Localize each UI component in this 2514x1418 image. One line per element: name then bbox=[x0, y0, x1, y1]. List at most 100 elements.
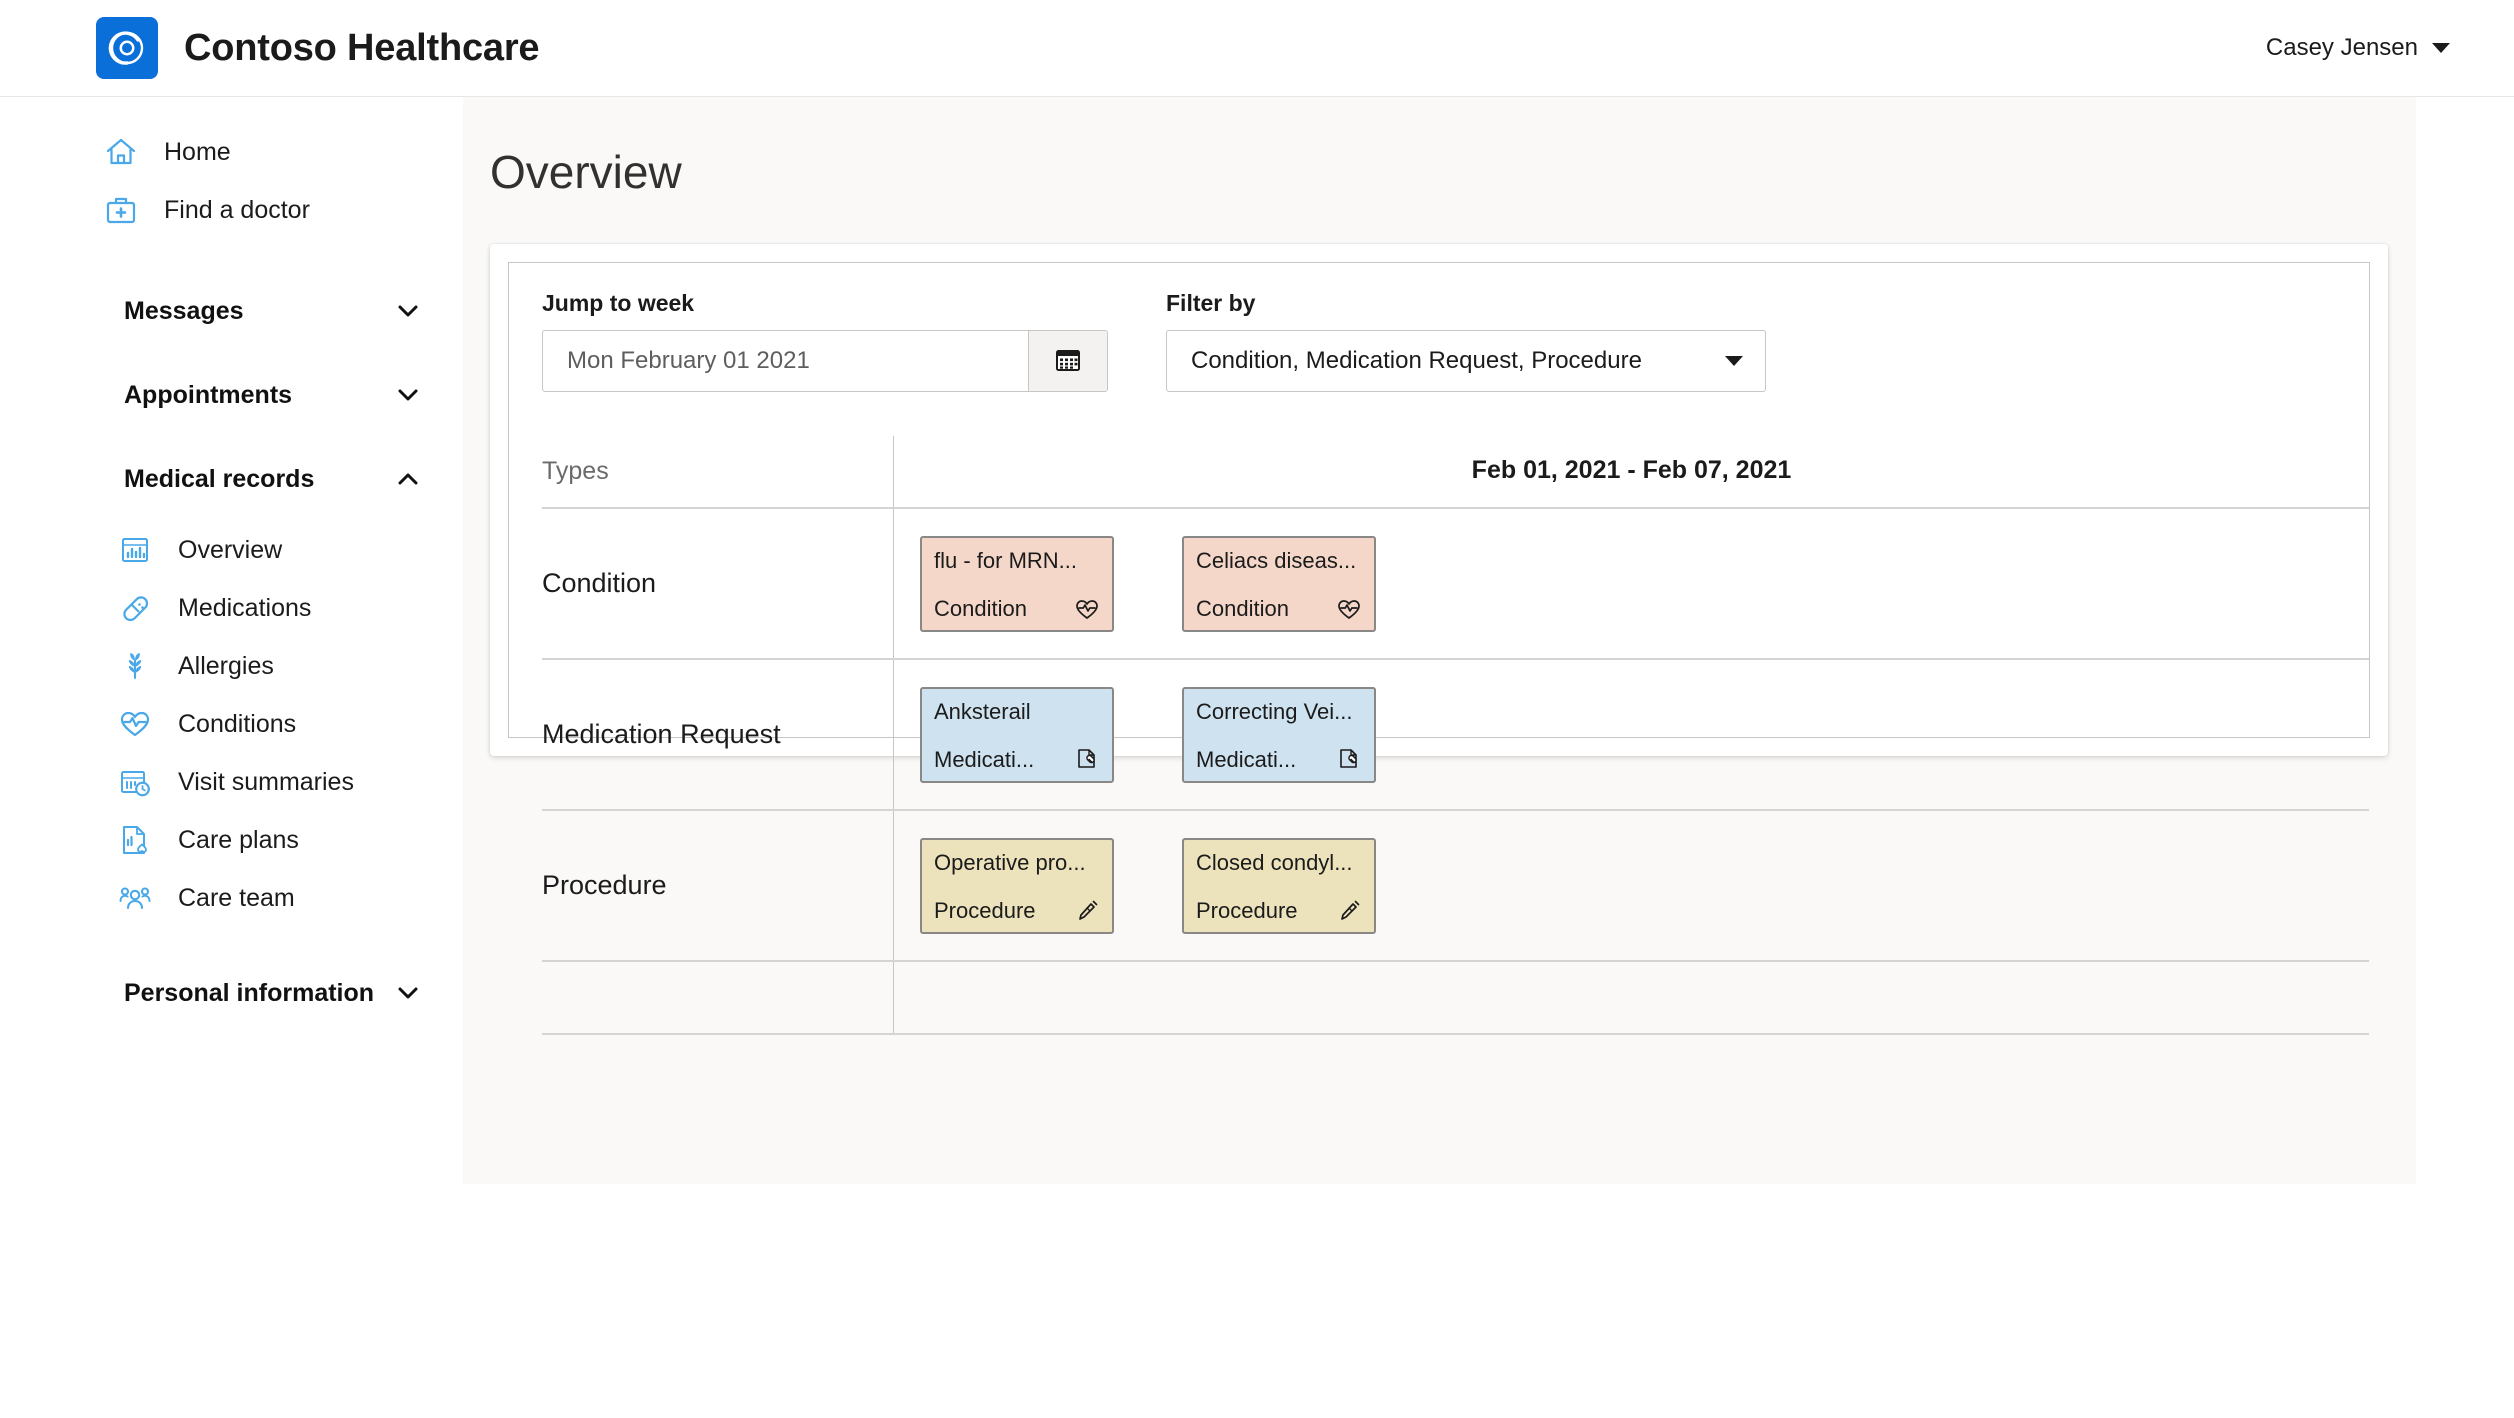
sidebar-item-label: Find a doctor bbox=[164, 195, 310, 224]
timeline-header-row: Types Feb 01, 2021 - Feb 07, 2021 bbox=[542, 436, 2369, 509]
chart-report-icon bbox=[118, 533, 152, 567]
sidebar-item-label: Care plans bbox=[178, 825, 299, 854]
document-heart-icon bbox=[118, 823, 152, 857]
row-cells-condition: flu - for MRN... Condition Celiacs disea… bbox=[894, 509, 2369, 658]
sidebar-section-label: Messages bbox=[124, 296, 244, 325]
syringe-icon bbox=[1074, 898, 1100, 924]
sidebar-section-messages[interactable]: Messages bbox=[0, 269, 463, 353]
filter-by-dropdown[interactable]: Condition, Medication Request, Procedure bbox=[1166, 330, 1766, 392]
sidebar-item-medications[interactable]: Medications bbox=[0, 579, 463, 637]
document-pill-icon bbox=[1336, 747, 1362, 773]
table-row: Condition flu - for MRN... Condition Cel… bbox=[542, 509, 2369, 660]
footer-cells bbox=[894, 962, 2369, 1033]
timeline-footer-row bbox=[542, 962, 2369, 1035]
wheat-allergen-icon bbox=[118, 649, 152, 683]
chevron-down-icon bbox=[393, 296, 423, 326]
overview-surface-card: Jump to week Mon February 01 2021 Filter… bbox=[490, 244, 2388, 1035]
page-title: Overview bbox=[490, 146, 682, 198]
footer-label-cell bbox=[542, 962, 894, 1033]
people-group-icon bbox=[118, 881, 152, 915]
chevron-up-icon bbox=[393, 464, 423, 494]
controls-row: Jump to week Mon February 01 2021 Filter… bbox=[542, 290, 2369, 392]
sidebar-item-allergies[interactable]: Allergies bbox=[0, 637, 463, 695]
filter-by-value: Condition, Medication Request, Procedure bbox=[1191, 347, 1642, 374]
doctor-bag-icon bbox=[104, 193, 138, 227]
event-title: Operative pro... bbox=[934, 849, 1086, 875]
sidebar-item-label: Conditions bbox=[178, 709, 297, 738]
event-footer: Medicati... bbox=[934, 747, 1100, 773]
date-range-header: Feb 01, 2021 - Feb 07, 2021 bbox=[1471, 456, 1792, 484]
home-icon bbox=[104, 135, 138, 169]
event-card[interactable]: flu - for MRN... Condition bbox=[920, 535, 1114, 632]
table-row: Medication Request Anksterail Medicati..… bbox=[542, 660, 2369, 811]
event-footer: Condition bbox=[934, 596, 1100, 622]
sidebar-item-overview[interactable]: Overview bbox=[0, 521, 463, 579]
caret-down-icon bbox=[2432, 43, 2450, 53]
brand[interactable]: Contoso Healthcare bbox=[96, 17, 540, 79]
calendar-picker-button[interactable] bbox=[1028, 331, 1107, 391]
event-type: Condition bbox=[1196, 595, 1289, 621]
brand-title: Contoso Healthcare bbox=[184, 26, 540, 69]
jump-to-week-input[interactable]: Mon February 01 2021 bbox=[543, 331, 1028, 391]
chevron-down-icon bbox=[393, 380, 423, 410]
event-type: Procedure bbox=[1196, 897, 1298, 923]
row-cells-medication-request: Anksterail Medicati... Correcting Vei...… bbox=[894, 660, 2369, 809]
heart-pulse-icon bbox=[118, 707, 152, 741]
event-card[interactable]: Closed condyl... Procedure bbox=[1182, 837, 1376, 934]
sidebar-section-label: Medical records bbox=[124, 464, 315, 493]
contoso-swirl-logo bbox=[96, 17, 158, 79]
filter-by-group: Filter by Condition, Medication Request,… bbox=[1166, 290, 1766, 392]
user-menu[interactable]: Casey Jensen bbox=[2266, 34, 2474, 62]
filter-by-label: Filter by bbox=[1166, 290, 1256, 316]
jump-to-week-field[interactable]: Mon February 01 2021 bbox=[542, 330, 1108, 392]
jump-to-week-group: Jump to week Mon February 01 2021 bbox=[542, 290, 1108, 392]
sidebar-item-label: Home bbox=[164, 137, 231, 166]
sidebar-item-label: Medications bbox=[178, 593, 312, 622]
table-row: Procedure Operative pro... Procedure Clo… bbox=[542, 811, 2369, 962]
sidebar-section-personal-information[interactable]: Personal information bbox=[0, 951, 463, 1035]
sidebar-item-care-plans[interactable]: Care plans bbox=[0, 811, 463, 869]
sidebar-item-visit-summaries[interactable]: Visit summaries bbox=[0, 753, 463, 811]
sidebar-item-conditions[interactable]: Conditions bbox=[0, 695, 463, 753]
sidebar-section-appointments[interactable]: Appointments bbox=[0, 353, 463, 437]
types-column-header: Types bbox=[542, 436, 894, 507]
event-title: Closed condyl... bbox=[1196, 849, 1353, 875]
pill-capsule-icon bbox=[118, 591, 152, 625]
sidebar-section-label: Appointments bbox=[124, 380, 293, 409]
caret-down-icon bbox=[1725, 356, 1743, 366]
event-card[interactable]: Correcting Vei... Medicati... bbox=[1182, 686, 1376, 783]
event-footer: Medicati... bbox=[1196, 747, 1362, 773]
event-title: Correcting Vei... bbox=[1196, 698, 1353, 724]
event-card[interactable]: Operative pro... Procedure bbox=[920, 837, 1114, 934]
event-type: Medicati... bbox=[1196, 746, 1297, 772]
app-header: Contoso Healthcare Casey Jensen bbox=[0, 0, 2514, 97]
main-content: Overview Jump to week Mon February 01 20… bbox=[463, 97, 2416, 1184]
sidebar-item-home[interactable]: Home bbox=[0, 123, 463, 181]
jump-to-week-label: Jump to week bbox=[542, 290, 695, 316]
chevron-down-icon bbox=[393, 978, 423, 1008]
event-footer: Procedure bbox=[1196, 898, 1362, 924]
sidebar-item-label: Allergies bbox=[178, 651, 274, 680]
calendar-clock-icon bbox=[118, 765, 152, 799]
sidebar-item-find-a-doctor[interactable]: Find a doctor bbox=[0, 181, 463, 239]
app-body: Home Find a doctor Messages Appointments… bbox=[0, 97, 2514, 1418]
sidebar-item-label: Overview bbox=[178, 535, 283, 564]
event-title: Celiacs diseas... bbox=[1196, 547, 1357, 573]
sidebar: Home Find a doctor Messages Appointments… bbox=[0, 97, 463, 1418]
row-label-procedure: Procedure bbox=[542, 811, 894, 960]
sidebar-item-label: Care team bbox=[178, 883, 295, 912]
event-card[interactable]: Anksterail Medicati... bbox=[920, 686, 1114, 783]
event-footer: Procedure bbox=[934, 898, 1100, 924]
row-label-condition: Condition bbox=[542, 509, 894, 658]
sidebar-item-care-team[interactable]: Care team bbox=[0, 869, 463, 927]
calendar-icon bbox=[1054, 345, 1082, 378]
event-type: Condition bbox=[934, 595, 1027, 621]
event-title: Anksterail bbox=[934, 698, 1031, 724]
sidebar-section-medical-records[interactable]: Medical records bbox=[0, 437, 463, 521]
event-card[interactable]: Celiacs diseas... Condition bbox=[1182, 535, 1376, 632]
event-footer: Condition bbox=[1196, 596, 1362, 622]
sidebar-section-label: Personal information bbox=[124, 978, 375, 1007]
overview-inner-panel: Jump to week Mon February 01 2021 Filter… bbox=[508, 262, 2370, 1035]
